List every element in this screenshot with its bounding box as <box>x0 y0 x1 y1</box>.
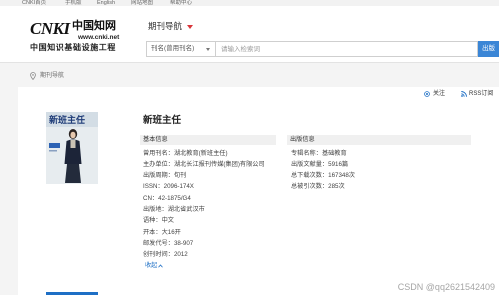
info-row-downloads: 总下载次数：167348次 <box>291 170 355 181</box>
info-label: 专辑名称： <box>291 149 322 157</box>
info-value: 大16开 <box>161 228 181 236</box>
info-label: 出版周期： <box>143 172 174 180</box>
info-value: 167348次 <box>328 172 355 180</box>
info-value: 42-1875/G4 <box>158 194 191 202</box>
info-label: 出版地： <box>143 205 168 213</box>
info-value: 中文 <box>161 217 174 225</box>
nav-triangle-icon[interactable] <box>187 25 193 29</box>
info-row-cn: CN：42-1875/G4 <box>143 193 265 204</box>
info-value: 5916篇 <box>328 160 349 168</box>
cover-title: 新班主任 <box>49 114 85 125</box>
info-label: 出版文献量： <box>291 160 329 168</box>
info-label: 主办单位： <box>143 160 174 168</box>
search-input[interactable] <box>216 41 478 57</box>
journal-title: 新班主任 <box>143 115 182 126</box>
rss-subscribe-button[interactable]: RSS订阅 <box>461 90 495 98</box>
info-label: ISSN： <box>143 183 164 191</box>
search-field-selected: 刊名(曾用刊名) <box>151 45 195 52</box>
publication-info-list: 专辑名称：基础教育 出版文献量：5916篇 总下载次数：167348次 总被引次… <box>291 148 355 193</box>
info-label: 创刊时间： <box>143 251 174 259</box>
info-value: 2096-174X <box>163 183 194 191</box>
info-value: 基础教育 <box>321 149 347 157</box>
collapse-link[interactable]: 收起 <box>143 260 265 271</box>
header: CNKI 中国知网 www.cnki.net 中国知识基础设施工程 期刊导航 刊… <box>0 6 499 63</box>
collapse-label: 收起 <box>145 262 158 270</box>
basic-info-heading: 基本信息 <box>140 135 276 145</box>
info-row-postal-code: 邮发代号：38-907 <box>143 238 265 249</box>
dropdown-arrow-icon <box>206 48 210 51</box>
info-label: 开本： <box>143 228 162 236</box>
info-row-album: 专辑名称：基础教育 <box>291 148 355 159</box>
info-value: 旬刊 <box>173 172 187 180</box>
info-value: 湖北长江报刊传媒(集团)有限公司 <box>173 160 265 168</box>
breadcrumb-journal-nav[interactable]: 期刊导航 <box>40 72 64 80</box>
info-row-sponsor: 主办单位：湖北长江报刊传媒(集团)有限公司 <box>143 159 265 170</box>
follow-button[interactable]: 关注 <box>424 90 450 98</box>
logo-brand: CNKI <box>30 19 70 38</box>
info-value: 湖北省武汉市 <box>167 205 205 213</box>
follow-label: 关注 <box>433 91 446 97</box>
journal-detail-card: 关注 RSS订阅 新班主任 新班主任 基本信息 出版信息 曾用刊名：湖北教育(新… <box>18 87 499 295</box>
search-field-select[interactable]: 刊名(曾用刊名) <box>146 41 216 57</box>
info-label: 总下载次数： <box>291 172 329 180</box>
logo-name-cn: 中国知网 <box>72 19 116 32</box>
info-row-former-name: 曾用刊名：湖北教育(新班主任) <box>143 148 265 159</box>
info-label: 总被引次数： <box>291 183 329 191</box>
chevron-up-icon <box>158 264 164 268</box>
info-label: 曾用刊名： <box>143 149 174 157</box>
watermark: CSDN @qq2621542409 <box>397 282 495 292</box>
rss-label: RSS订阅 <box>469 91 494 97</box>
journal-nav-title[interactable]: 期刊导航 <box>148 21 182 31</box>
info-row-frequency: 出版周期：旬刊 <box>143 170 265 181</box>
location-pin-icon <box>30 72 36 80</box>
logo-tagline: 中国知识基础设施工程 <box>30 43 116 52</box>
info-value: 285次 <box>328 183 345 191</box>
info-value: 湖北教育(新班主任) <box>173 149 228 157</box>
info-row-language: 语种：中文 <box>143 215 265 226</box>
info-value: 38-907 <box>173 239 194 247</box>
info-row-article-count: 出版文献量：5916篇 <box>291 159 355 170</box>
info-row-format: 开本：大16开 <box>143 227 265 238</box>
info-label: CN： <box>143 194 159 202</box>
info-row-place: 出版地：湖北省武汉市 <box>143 204 265 215</box>
basic-info-list: 曾用刊名：湖北教育(新班主任) 主办单位：湖北长江报刊传媒(集团)有限公司 出版… <box>143 148 265 272</box>
publication-info-heading: 出版信息 <box>287 135 471 145</box>
rss-icon <box>461 91 467 97</box>
info-label: 语种： <box>143 217 162 225</box>
info-row-founded: 创刊时间：2012 <box>143 249 265 260</box>
logo-url: www.cnki.net <box>78 34 120 41</box>
info-label: 邮发代号： <box>143 239 174 247</box>
cnki-logo[interactable]: CNKI 中国知网 www.cnki.net 中国知识基础设施工程 <box>28 17 124 55</box>
info-row-citations: 总被引次数：285次 <box>291 181 355 192</box>
search-button[interactable]: 出版 <box>478 41 499 57</box>
follow-icon <box>424 91 430 97</box>
info-row-issn: ISSN：2096-174X <box>143 181 265 192</box>
info-value: 2012 <box>173 251 188 259</box>
journal-cover-image: 新班主任 <box>46 112 98 184</box>
